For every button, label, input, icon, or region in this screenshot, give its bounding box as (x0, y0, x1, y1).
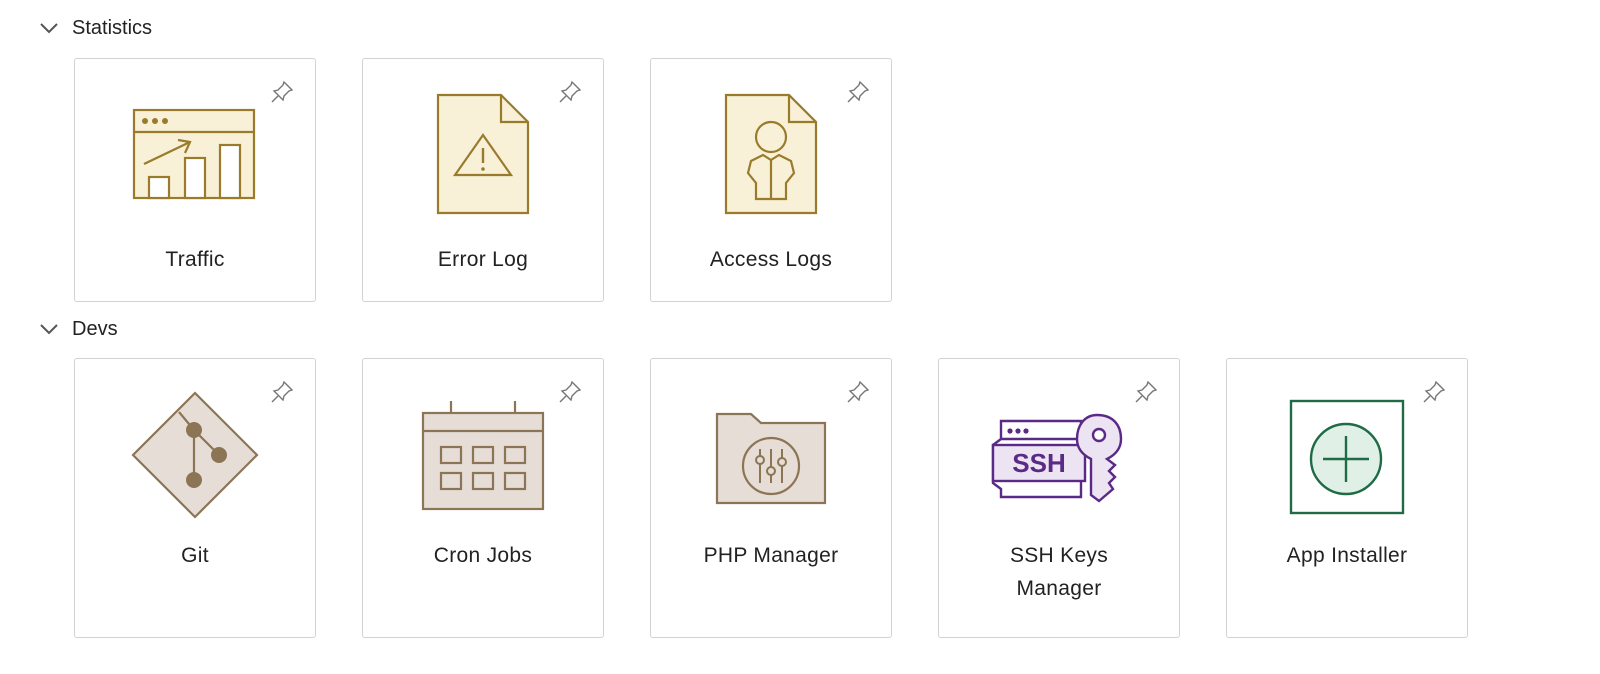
pin-icon[interactable] (269, 79, 295, 105)
error-log-icon (436, 93, 530, 215)
card-php-manager[interactable]: PHP Manager (650, 358, 892, 638)
pin-icon[interactable] (1133, 379, 1159, 405)
pin-icon[interactable] (845, 79, 871, 105)
card-cron-jobs[interactable]: Cron Jobs (362, 358, 604, 638)
devs-grid: Git Cron Jobs PHP Manager SSH SSH Keys M… (74, 358, 1514, 638)
card-app-installer[interactable]: App Installer (1226, 358, 1468, 638)
card-traffic[interactable]: Traffic (74, 58, 316, 302)
card-label: Git (181, 544, 209, 567)
card-label: PHP Manager (703, 544, 839, 567)
section-title: Statistics (72, 16, 153, 39)
pin-icon[interactable] (269, 379, 295, 405)
pin-icon[interactable] (557, 79, 583, 105)
card-label: App Installer (1286, 544, 1408, 567)
access-logs-icon (724, 93, 818, 215)
section-header-devs[interactable]: Devs (38, 316, 118, 342)
pin-icon[interactable] (1421, 379, 1447, 405)
plus-installer-icon (1289, 399, 1405, 515)
chevron-down-icon (40, 324, 58, 335)
card-label: Access Logs (709, 248, 833, 271)
card-label: Error Log (437, 248, 529, 271)
pin-icon[interactable] (845, 379, 871, 405)
traffic-chart-icon (132, 108, 256, 200)
card-label: SSH Keys Manager (1009, 544, 1109, 600)
card-label: Cron Jobs (433, 544, 533, 567)
pin-icon[interactable] (557, 379, 583, 405)
card-access-logs[interactable]: Access Logs (650, 58, 892, 302)
card-error-log[interactable]: Error Log (362, 58, 604, 302)
card-git[interactable]: Git (74, 358, 316, 638)
section-header-statistics[interactable]: Statistics (38, 15, 152, 41)
ssh-text: SSH (1012, 448, 1065, 478)
chevron-down-icon (40, 23, 58, 34)
statistics-grid: Traffic Error Log Access Logs (74, 58, 938, 302)
card-label: Traffic (165, 248, 225, 271)
card-ssh-keys-manager[interactable]: SSH SSH Keys Manager (938, 358, 1180, 638)
calendar-icon (421, 401, 545, 511)
php-folder-icon (715, 412, 827, 505)
section-title: Devs (72, 317, 118, 340)
git-icon (131, 391, 259, 519)
ssh-key-icon: SSH (991, 413, 1123, 503)
